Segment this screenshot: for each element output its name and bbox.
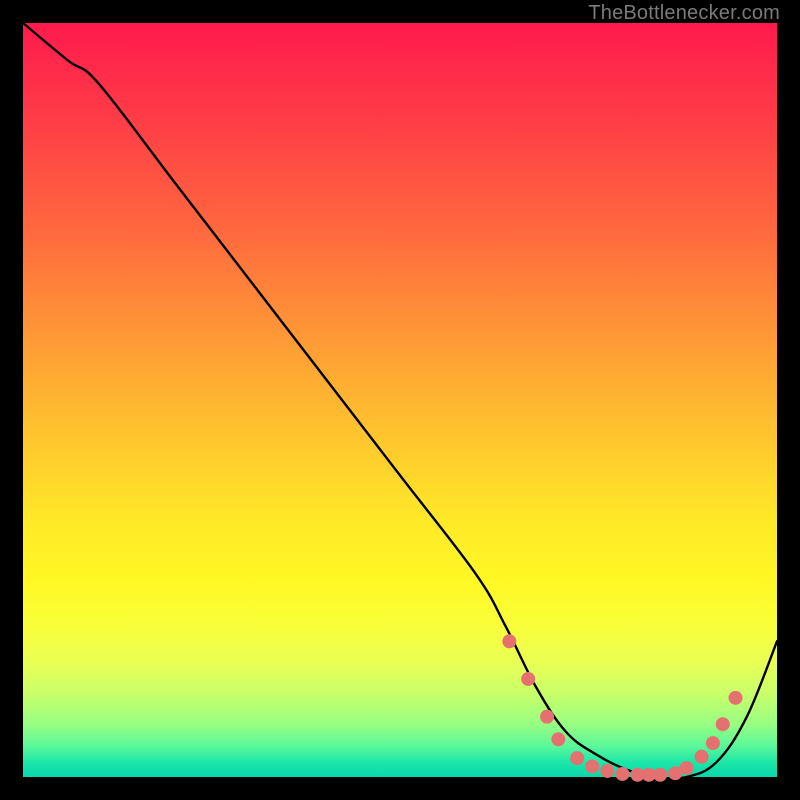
curve-marker	[706, 736, 720, 750]
curve-marker	[729, 691, 743, 705]
curve-marker	[551, 732, 565, 746]
chart-svg	[23, 23, 777, 777]
bottleneck-curve-line	[23, 23, 777, 779]
curve-marker	[540, 710, 554, 724]
curve-marker	[716, 717, 730, 731]
curve-marker	[680, 761, 694, 775]
chart-plot-area	[23, 23, 777, 777]
attribution-label: TheBottlenecker.com	[588, 2, 780, 25]
curve-marker	[615, 767, 629, 781]
curve-marker	[600, 764, 614, 778]
curve-marker	[695, 750, 709, 764]
curve-marker	[521, 672, 535, 686]
curve-marker	[585, 759, 599, 773]
curve-marker	[653, 768, 667, 782]
curve-marker	[502, 634, 516, 648]
curve-marker	[570, 751, 584, 765]
chart-frame: TheBottlenecker.com	[0, 0, 800, 800]
curve-markers-group	[502, 634, 742, 781]
